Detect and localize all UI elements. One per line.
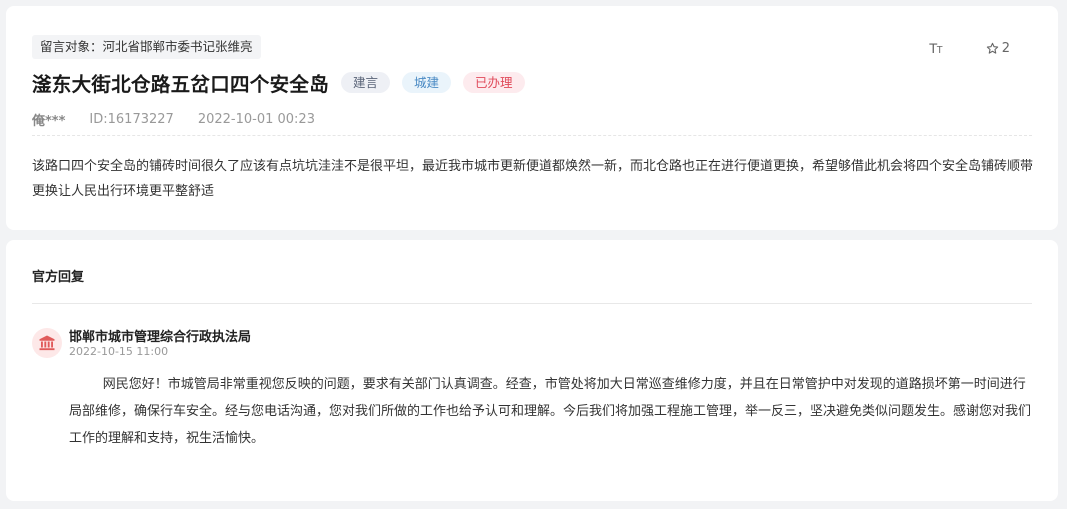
title-row: 滏东大街北仓路五岔口四个安全岛 建言 城建 已办理 [32,68,525,97]
font-size-icon[interactable]: TT [929,40,943,56]
message-target-tag[interactable]: 留言对象：河北省邯郸市委书记张维亮 [32,35,261,59]
message-meta: 俺*** ID:16173227 2022-10-01 00:23 [32,110,339,129]
message-title: 滏东大街北仓路五岔口四个安全岛 [32,73,330,96]
message-datetime: 2022-10-01 00:23 [197,112,315,127]
department-avatar [32,328,62,358]
favorite-count: 2 [1001,40,1010,56]
reply-datetime: 2022-10-15 11:00 [69,345,169,358]
favorite-button[interactable]: 2 [986,41,1010,56]
badge-type: 建言 [341,72,391,93]
message-tools: TT 2 [929,40,1010,56]
badge-status: 已办理 [463,72,525,93]
divider [32,303,1032,304]
author-name: 俺*** [32,114,66,129]
reply-text: 网民您好！市城管局非常重视您反映的问题，要求有关部门认真调查。经查，市管处将加大… [69,377,1032,446]
badge-category: 城建 [402,72,452,93]
reply-heading: 官方回复 [32,270,85,285]
star-outline-icon [986,42,998,54]
message-id: ID:16173227 [89,112,174,127]
government-building-icon [39,335,55,351]
message-card: 留言对象：河北省邯郸市委书记张维亮 滏东大街北仓路五岔口四个安全岛 建言 城建 … [6,6,1058,230]
message-content: 该路口四个安全岛的铺砖时间很久了应该有点坑坑洼洼不是很平坦，最近我市城市更新便道… [32,159,1034,199]
department-name: 邯郸市城市管理综合行政执法局 [69,330,252,345]
divider [32,135,1032,136]
reply-card: 官方回复 邯郸市城市管理综合行政执法局 2022-10-15 11:00 网民您… [6,240,1058,501]
